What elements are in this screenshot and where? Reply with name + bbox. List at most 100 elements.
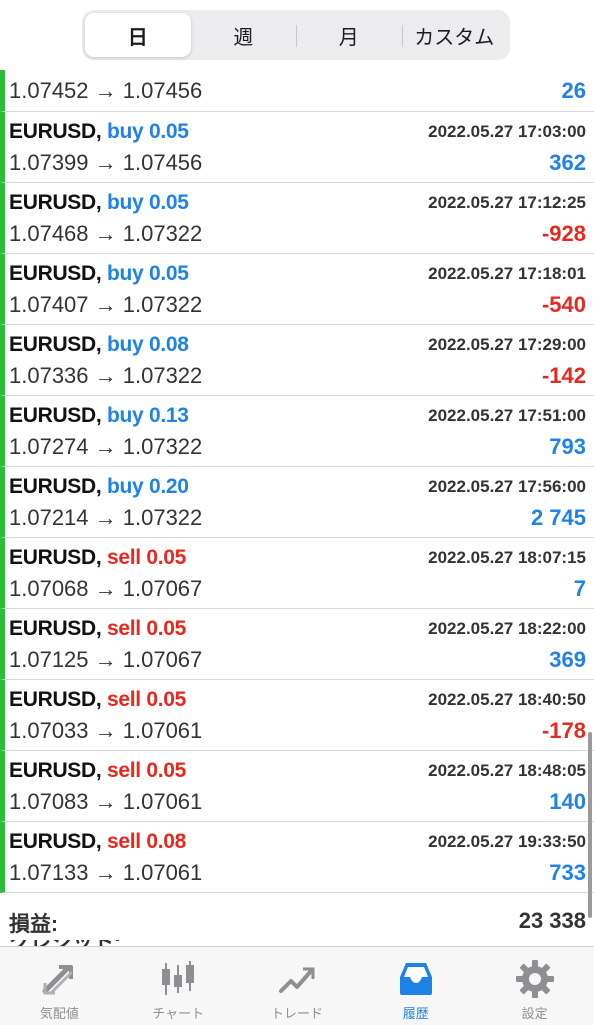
inbox-tray-icon: [399, 963, 432, 995]
deal-time: 2022.05.27 17:12:25: [428, 193, 586, 212]
tab-quotes-label: 気配値: [39, 1006, 79, 1021]
profit-total: 23 338: [518, 908, 586, 933]
deal-row[interactable]: EURUSD, sell 0.08 2022.05.27 19:33:50 1.07…: [0, 822, 594, 893]
deal-row[interactable]: 1.07452 → 1.07456 26: [0, 70, 594, 112]
period-tab-week[interactable]: 週: [191, 13, 297, 57]
deal-profit: 362: [549, 150, 586, 175]
tab-quotes[interactable]: 気配値: [0, 947, 119, 1025]
tab-settings[interactable]: 設定: [475, 947, 594, 1025]
deal-row[interactable]: EURUSD, buy 0.05 2022.05.27 17:12:25 1.074…: [0, 183, 594, 254]
deal-row[interactable]: EURUSD, sell 0.05 2022.05.27 18:07:15 1.07…: [0, 538, 594, 609]
deal-side-volume: sell 0.05: [106, 759, 187, 782]
period-bar: 日 週 月 カスタム: [0, 0, 594, 70]
deal-symbol-side: EURUSD, sell 0.05: [9, 617, 186, 641]
candlestick-chart-icon: [162, 961, 195, 995]
tab-chart[interactable]: チャート: [119, 947, 238, 1025]
deal-symbol: EURUSD,: [9, 546, 102, 569]
deal-row[interactable]: EURUSD, sell 0.05 2022.05.27 18:22:00 1.07…: [0, 609, 594, 680]
deal-side-volume: buy 0.05: [106, 191, 189, 214]
deal-side-volume: buy 0.05: [106, 262, 189, 285]
tab-chart-label: チャート: [152, 1006, 205, 1021]
deal-prices: 1.07214 → 1.07322: [9, 505, 203, 530]
deal-time: 2022.05.27 19:33:50: [428, 832, 586, 851]
deal-time: 2022.05.27 18:22:00: [428, 619, 586, 638]
deal-profit: 733: [549, 860, 586, 885]
history-summary: 損益: 23 338 クレジット:: [0, 896, 594, 948]
deal-symbol-side: EURUSD, buy 0.05: [9, 120, 189, 144]
deal-prices: 1.07452 → 1.07456: [9, 78, 203, 103]
deal-time: 2022.05.27 17:51:00: [428, 406, 586, 425]
deal-time: 2022.05.27 17:56:00: [428, 477, 586, 496]
deal-row[interactable]: EURUSD, buy 0.08 2022.05.27 17:29:00 1.073…: [0, 325, 594, 396]
deal-profit: 793: [549, 434, 586, 459]
scrollbar[interactable]: [588, 732, 592, 918]
period-tab-month[interactable]: 月: [296, 13, 402, 57]
deal-prices: 1.07068 → 1.07067: [9, 576, 203, 601]
deal-row[interactable]: EURUSD, sell 0.05 2022.05.27 18:40:50 1.07…: [0, 680, 594, 751]
deal-profit: 2 745: [530, 505, 586, 530]
deal-profit: -178: [541, 718, 586, 743]
deal-side-volume: buy 0.20: [106, 475, 189, 498]
deal-profit: -928: [541, 221, 586, 246]
deal-side-volume: buy 0.13: [106, 404, 189, 427]
deal-symbol-side: EURUSD, sell 0.05: [9, 759, 186, 783]
deal-row[interactable]: EURUSD, buy 0.20 2022.05.27 17:56:00 1.072…: [0, 467, 594, 538]
deal-symbol: EURUSD,: [9, 262, 102, 285]
deal-symbol: EURUSD,: [9, 830, 102, 853]
deal-side-volume: buy 0.05: [106, 120, 189, 143]
deal-time: 2022.05.27 18:40:50: [428, 690, 586, 709]
bottom-tab-bar: 気配値 チャート トレード 履歴 設定: [0, 946, 594, 1025]
deal-profit: 26: [561, 78, 586, 103]
tab-trade-label: トレード: [270, 1006, 323, 1021]
deal-symbol: EURUSD,: [9, 404, 102, 427]
period-segmented-control: 日 週 月 カスタム: [82, 10, 510, 60]
deal-side-volume: sell 0.08: [106, 830, 187, 853]
deal-prices: 1.07399 → 1.07456: [9, 150, 203, 175]
deal-time: 2022.05.27 17:03:00: [428, 122, 586, 141]
deal-profit: -142: [541, 363, 586, 388]
period-tab-custom[interactable]: カスタム: [401, 13, 508, 57]
deal-profit: 140: [549, 789, 586, 814]
deal-symbol: EURUSD,: [9, 191, 102, 214]
deal-side-volume: sell 0.05: [106, 688, 187, 711]
deal-profit: 369: [549, 647, 586, 672]
gear-icon: [515, 960, 554, 998]
deal-symbol: EURUSD,: [9, 333, 102, 356]
deal-time: 2022.05.27 18:07:15: [428, 548, 586, 567]
deal-row[interactable]: EURUSD, buy 0.13 2022.05.27 17:51:00 1.072…: [0, 396, 594, 467]
deal-symbol-side: EURUSD, buy 0.20: [9, 475, 189, 499]
deal-symbol: EURUSD,: [9, 759, 102, 782]
deal-prices: 1.07274 → 1.07322: [9, 434, 203, 459]
deal-side-volume: sell 0.05: [106, 546, 187, 569]
deal-time: 2022.05.27 17:29:00: [428, 335, 586, 354]
deal-prices: 1.07033 → 1.07061: [9, 718, 203, 743]
deal-side-volume: sell 0.05: [106, 617, 187, 640]
deal-row[interactable]: EURUSD, sell 0.05 2022.05.27 18:48:05 1.07…: [0, 751, 594, 822]
deal-symbol: EURUSD,: [9, 475, 102, 498]
deal-time: 2022.05.27 18:48:05: [428, 761, 586, 780]
deal-prices: 1.07468 → 1.07322: [9, 221, 203, 246]
deal-symbol-side: EURUSD, buy 0.05: [9, 262, 189, 286]
deal-time: 2022.05.27 17:18:01: [428, 264, 586, 283]
period-tab-day[interactable]: 日: [85, 13, 191, 57]
deal-row[interactable]: EURUSD, buy 0.05 2022.05.27 17:03:00 1.073…: [0, 112, 594, 183]
tab-history[interactable]: 履歴: [356, 947, 475, 1025]
deal-symbol: EURUSD,: [9, 617, 102, 640]
deal-symbol-side: EURUSD, sell 0.05: [9, 546, 186, 570]
deal-symbol-side: EURUSD, buy 0.08: [9, 333, 189, 357]
deal-symbol: EURUSD,: [9, 688, 102, 711]
deal-history-list: 1.07452 → 1.07456 26 EURUSD, buy 0.05 2022.…: [0, 70, 594, 893]
tab-history-label: 履歴: [402, 1006, 429, 1021]
deal-prices: 1.07083 → 1.07061: [9, 789, 203, 814]
deal-prices: 1.07125 → 1.07067: [9, 647, 203, 672]
tab-trade[interactable]: トレード: [238, 947, 357, 1025]
profit-label: 損益:: [9, 913, 58, 936]
deal-symbol-side: EURUSD, sell 0.05: [9, 688, 186, 712]
deal-symbol-side: EURUSD, buy 0.05: [9, 191, 189, 215]
deal-row[interactable]: EURUSD, buy 0.05 2022.05.27 17:18:01 1.074…: [0, 254, 594, 325]
deal-side-volume: buy 0.08: [106, 333, 189, 356]
quotes-arrows-icon: [42, 965, 74, 995]
deal-symbol-side: EURUSD, buy 0.13: [9, 404, 189, 428]
deal-prices: 1.07407 → 1.07322: [9, 292, 203, 317]
deal-prices: 1.07336 → 1.07322: [9, 363, 203, 388]
